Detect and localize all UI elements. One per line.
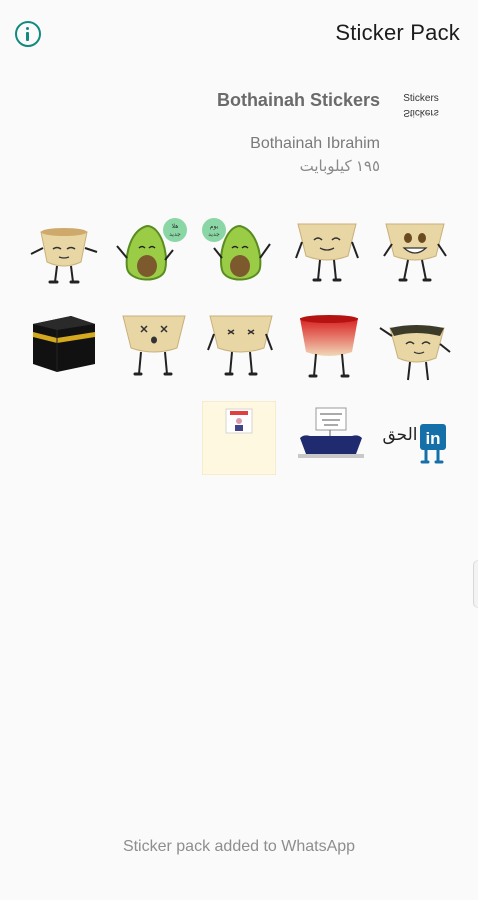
- cup-sticker[interactable]: [27, 218, 101, 292]
- cup-sticker[interactable]: [378, 218, 452, 292]
- card-sticker[interactable]: [202, 401, 276, 475]
- app-bar: Sticker Pack: [0, 0, 478, 70]
- svg-text:هلا: هلا: [172, 223, 179, 230]
- svg-text:Stickers: Stickers: [403, 107, 439, 118]
- kaaba-sticker[interactable]: [27, 308, 101, 382]
- svg-text:in: in: [425, 429, 440, 448]
- svg-text:الحق: الحق: [382, 425, 417, 445]
- linkedin-sticker[interactable]: الحق in: [378, 404, 452, 478]
- svg-text:Stickers: Stickers: [403, 93, 439, 104]
- avocado-sticker[interactable]: هلا جديد: [113, 214, 187, 288]
- sign-sticker[interactable]: [294, 404, 368, 478]
- scrollbar[interactable]: [473, 560, 478, 608]
- tray-icon: Stickers Stickers: [403, 93, 439, 118]
- publisher-name: Bothainah Ibrahim: [250, 135, 380, 152]
- status-message: Sticker pack added to WhatsApp: [122, 838, 356, 855]
- cup-sticker[interactable]: [204, 310, 278, 384]
- cup-sticker[interactable]: [290, 218, 364, 292]
- cup-sticker[interactable]: [117, 310, 191, 384]
- cup-sticker[interactable]: [378, 314, 452, 388]
- app-title: Sticker Pack: [335, 20, 460, 45]
- pack-name: Bothainah Stickers: [216, 90, 380, 110]
- avocado-sticker[interactable]: يوم جديد: [200, 214, 274, 288]
- svg-text:جديد: جديد: [208, 231, 220, 238]
- pack-size: ١٩٥ كيلوبايت: [299, 158, 380, 175]
- red-cup-sticker[interactable]: [292, 310, 366, 384]
- info-icon[interactable]: [15, 21, 41, 47]
- svg-text:جديد: جديد: [169, 231, 181, 238]
- svg-text:يوم: يوم: [210, 223, 219, 230]
